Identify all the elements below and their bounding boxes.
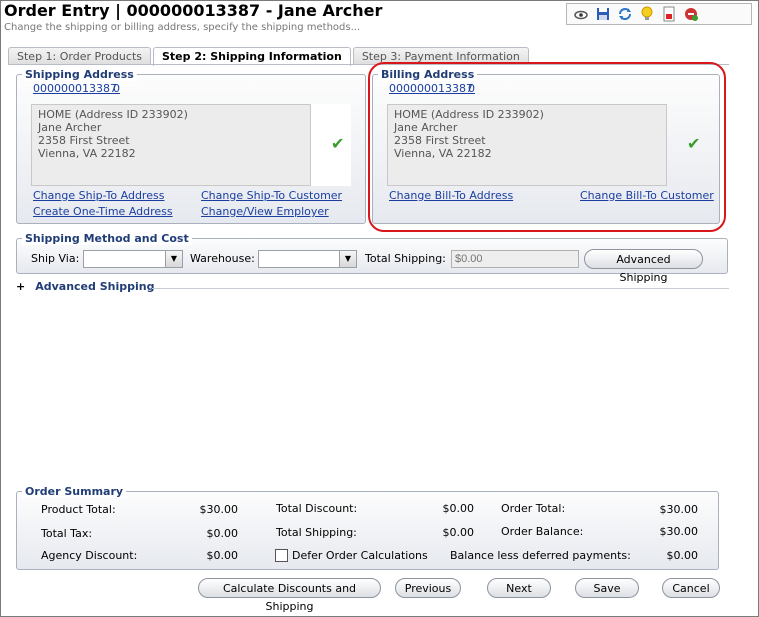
advanced-shipping-divider	[152, 288, 729, 289]
advanced-shipping-section[interactable]: + Advanced Shipping	[16, 280, 154, 293]
change-ship-to-customer-link[interactable]: Change Ship-To Customer	[201, 189, 342, 202]
refresh-icon[interactable]	[617, 6, 633, 22]
exit-icon[interactable]	[683, 6, 699, 22]
total-tax-value: $0.00	[206, 527, 239, 540]
ship-via-select[interactable]: ▼	[83, 250, 183, 268]
step-tabs: Step 1: Order Products Step 2: Shipping …	[8, 47, 531, 66]
total-shipping-input[interactable]	[451, 250, 579, 268]
save-icon[interactable]	[595, 6, 611, 22]
address-line: Jane Archer	[38, 121, 102, 134]
defer-checkbox[interactable]	[275, 549, 288, 562]
tab-divider	[8, 64, 729, 65]
tab-order-products[interactable]: Step 1: Order Products	[8, 47, 151, 65]
balance-deferred-label: Balance less deferred payments:	[450, 549, 631, 562]
advanced-shipping-button[interactable]: Advanced Shipping	[584, 249, 703, 284]
report-icon[interactable]	[661, 6, 677, 22]
address-line: HOME (Address ID 233902)	[394, 108, 544, 121]
product-total-value: $30.00	[199, 503, 239, 516]
change-bill-to-address-link[interactable]: Change Bill-To Address	[389, 189, 513, 202]
order-balance-label: Order Balance:	[501, 525, 584, 538]
view-icon[interactable]	[573, 6, 589, 22]
balance-deferred-value: $0.00	[666, 549, 699, 562]
address-line: Vienna, VA 22182	[38, 147, 136, 160]
total-tax-label: Total Tax:	[41, 527, 93, 540]
order-summary-legend: Order Summary	[22, 485, 127, 498]
billing-customer-suffix-link[interactable]: 0	[468, 82, 475, 95]
agency-discount-value: $0.00	[206, 549, 239, 562]
check-icon: ✔	[331, 134, 345, 153]
billing-address-legend: Billing Address	[378, 68, 478, 81]
shipping-method-legend: Shipping Method and Cost	[22, 232, 192, 245]
total-discount-value: $0.00	[442, 502, 475, 515]
tab-payment-information[interactable]: Step 3: Payment Information	[352, 47, 529, 65]
total-shipping-summary-value: $0.00	[442, 526, 475, 539]
change-bill-to-customer-link[interactable]: Change Bill-To Customer	[580, 189, 714, 202]
warehouse-select[interactable]: ▼	[258, 250, 357, 268]
billing-address-display: HOME (Address ID 233902) Jane Archer 235…	[387, 104, 667, 186]
warehouse-label: Warehouse:	[190, 252, 255, 265]
check-icon: ✔	[687, 134, 701, 153]
address-line: HOME (Address ID 233902)	[38, 108, 188, 121]
change-ship-to-address-link[interactable]: Change Ship-To Address	[33, 189, 164, 202]
change-view-employer-link[interactable]: Change/View Employer	[201, 205, 329, 218]
product-total-label: Product Total:	[41, 503, 116, 516]
page-subtitle: Change the shipping or billing address, …	[4, 22, 361, 33]
billing-customer-id-link[interactable]: 000000013387	[389, 82, 473, 95]
cancel-button[interactable]: Cancel	[662, 578, 720, 598]
address-line: Jane Archer	[394, 121, 458, 134]
advanced-shipping-label: Advanced Shipping	[35, 280, 155, 293]
address-line: 2358 First Street	[38, 134, 130, 147]
total-shipping-summary-label: Total Shipping:	[276, 526, 357, 539]
save-button[interactable]: Save	[575, 578, 639, 598]
page-title: Order Entry | 000000013387 - Jane Archer	[4, 1, 383, 20]
shipping-customer-suffix-link[interactable]: 0	[113, 82, 120, 95]
total-discount-label: Total Discount:	[276, 502, 358, 515]
calculate-discounts-button[interactable]: Calculate Discounts and Shipping	[198, 578, 381, 613]
ship-via-label: Ship Via:	[31, 252, 80, 265]
shipping-address-display: HOME (Address ID 233902) Jane Archer 235…	[31, 104, 311, 186]
defer-order-calculations-label: Defer Order Calculations	[292, 549, 428, 562]
chevron-down-icon[interactable]: ▼	[339, 251, 356, 267]
shipping-address-legend: Shipping Address	[22, 68, 137, 81]
order-balance-value: $30.00	[659, 525, 699, 538]
address-line: 2358 First Street	[394, 134, 486, 147]
address-line: Vienna, VA 22182	[394, 147, 492, 160]
shipping-customer-id-link[interactable]: 000000013387	[33, 82, 117, 95]
toolbar	[566, 3, 752, 25]
agency-discount-label: Agency Discount:	[41, 549, 138, 562]
expand-icon[interactable]: +	[16, 280, 25, 293]
order-total-value: $30.00	[659, 503, 699, 516]
tip-icon[interactable]	[639, 6, 655, 22]
chevron-down-icon[interactable]: ▼	[165, 251, 182, 267]
total-shipping-label: Total Shipping:	[365, 252, 446, 265]
order-total-label: Order Total:	[501, 502, 566, 515]
next-button[interactable]: Next	[487, 578, 551, 598]
create-one-time-address-link[interactable]: Create One-Time Address	[33, 205, 173, 218]
previous-button[interactable]: Previous	[395, 578, 461, 598]
